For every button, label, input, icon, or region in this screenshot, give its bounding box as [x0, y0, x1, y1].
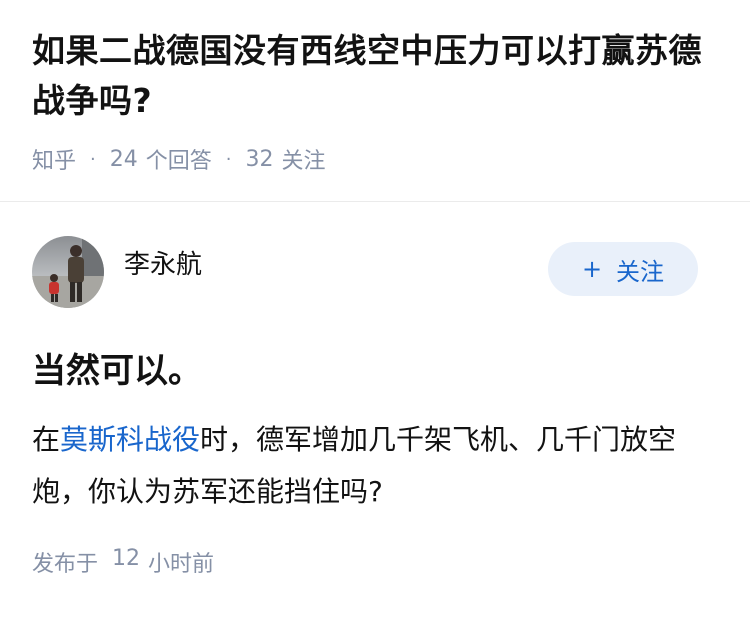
topic-link[interactable]: 莫斯科战役	[60, 423, 200, 456]
author-row: 李永航 + 关注	[32, 236, 718, 308]
avatar[interactable]	[32, 236, 104, 308]
source-label[interactable]: 知乎	[32, 143, 76, 175]
answer-body-prefix: 在	[32, 423, 61, 456]
question-header: 如果二战德国没有西线空中压力可以打赢苏德战争吗? 知乎 · 24 个回答 · 3…	[0, 0, 750, 175]
followers-count: 32	[245, 146, 274, 172]
plus-icon: +	[581, 255, 603, 283]
follow-button-label: 关注	[616, 257, 665, 286]
follow-button[interactable]: + 关注	[548, 242, 698, 296]
timestamp-prefix: 发布于	[32, 552, 99, 577]
answer-timestamp: 发布于 12 小时前	[32, 546, 718, 578]
answers-count: 24	[109, 146, 138, 172]
answer-body: 在莫斯科战役时，德军增加几千架飞机、几千门放空炮，你认为苏军还能挡住吗?	[32, 414, 712, 518]
separator-dot: ·	[90, 148, 96, 170]
section-divider	[0, 201, 750, 202]
question-meta: 知乎 · 24 个回答 · 32 关注	[32, 143, 718, 175]
answers-label: 个回答	[145, 149, 212, 174]
answer-heading: 当然可以。	[32, 351, 202, 391]
separator-dot: ·	[225, 148, 232, 170]
avatar-photo-icon	[32, 236, 104, 308]
timestamp-value: 12	[112, 546, 141, 571]
followers-label: 关注	[281, 149, 326, 174]
timestamp-unit: 小时前	[148, 552, 215, 577]
author-name[interactable]: 李永航	[124, 234, 202, 281]
question-title[interactable]: 如果二战德国没有西线空中压力可以打赢苏德战争吗?	[32, 26, 718, 126]
answer-card: 李永航 + 关注 当然可以。 在莫斯科战役时，德军增加几千架飞机、几千门放空炮，…	[0, 236, 750, 578]
